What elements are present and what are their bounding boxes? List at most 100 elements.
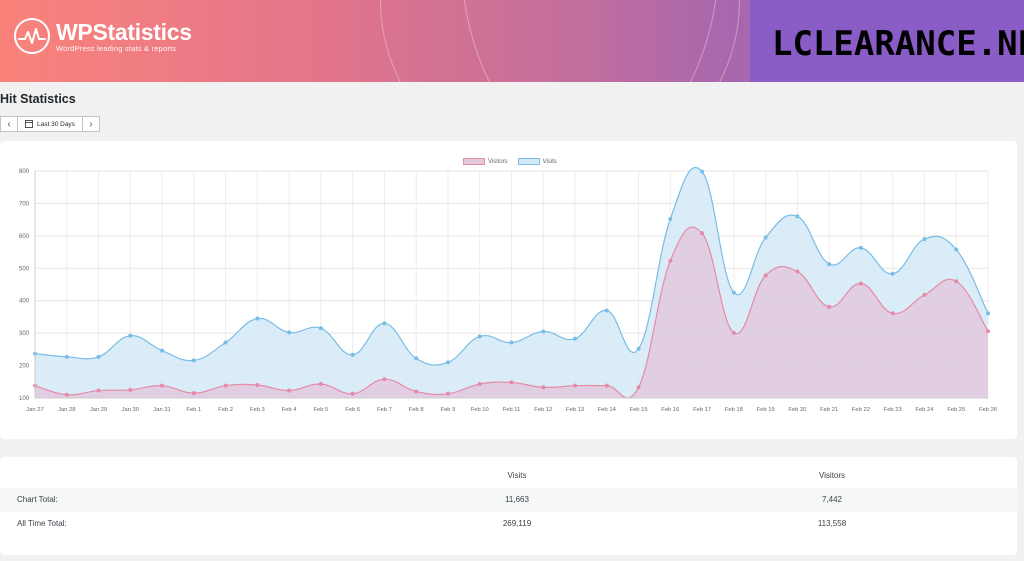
y-tick-label: 500: [19, 266, 30, 272]
visitors-series-point: [636, 385, 641, 390]
visitors-series-point: [541, 385, 546, 390]
visitors-series-point: [795, 269, 800, 274]
logo-title: WPStatistics: [56, 18, 192, 45]
visits-series-point: [986, 311, 990, 316]
visits-series-point: [795, 214, 800, 219]
visitors-series-point: [350, 391, 355, 396]
header-banner: WPStatistics WordPress leading stats & r…: [0, 0, 1024, 82]
x-tick-label: Feb 23: [884, 407, 902, 413]
all-time-total-visits: 269,119: [502, 519, 532, 528]
visitors-series-point: [191, 391, 196, 396]
visits-series-point: [604, 308, 609, 313]
visitors-series-point: [414, 389, 419, 394]
x-tick-label: Feb 16: [661, 407, 679, 413]
decorative-arc: [460, 0, 720, 82]
visitors-series-point: [763, 273, 768, 278]
visits-series-point: [890, 271, 895, 276]
hit-statistics-chart: 100 200 300 400 500 600 700 800 Jan 27 Jan 28 Jan …: [19, 166, 997, 413]
visits-series-point: [509, 340, 514, 345]
chart-total-visits: 11,663: [505, 495, 529, 504]
visitors-series-point: [477, 382, 482, 387]
visitors-series-point: [700, 231, 705, 236]
visits-series-point: [763, 235, 768, 240]
visits-series-point: [445, 360, 450, 365]
x-tick-label: Feb 25: [947, 407, 965, 413]
visitors-series-point: [573, 383, 578, 388]
x-tick-label: Feb 4: [282, 407, 298, 413]
date-range-label: Last 30 Days: [37, 120, 75, 128]
y-tick-label: 600: [19, 234, 30, 240]
x-tick-label: Feb 11: [503, 407, 521, 413]
y-tick-label: 300: [19, 331, 30, 337]
visits-series-point: [382, 321, 387, 326]
row-label: All Time Total:: [17, 519, 67, 528]
visits-series-point: [255, 316, 260, 321]
visitors-series-point: [986, 329, 990, 334]
x-tick-label: Feb 18: [725, 407, 743, 413]
visitors-series-point: [64, 392, 69, 397]
visitors-series-point: [731, 330, 736, 335]
column-header-visitors: Visitors: [818, 471, 846, 480]
visitors-series-point: [382, 377, 387, 382]
visitors-series-point: [922, 292, 927, 297]
visits-series-point: [318, 326, 323, 331]
visits-series-point: [287, 330, 292, 335]
visits-series-point: [731, 290, 736, 295]
date-range-picker: ‹ Last 30 Days ›: [0, 116, 100, 132]
x-tick-label: Feb 21: [820, 407, 838, 413]
visitors-series-point: [128, 387, 133, 392]
x-tick-label: Feb 10: [471, 407, 489, 413]
x-tick-label: Feb 14: [598, 407, 617, 413]
x-tick-label: Jan 30: [122, 407, 139, 413]
visits-series-point: [922, 237, 927, 242]
logo-subtitle: WordPress leading stats & reports: [56, 43, 177, 53]
visits-series-point: [96, 354, 101, 359]
y-tick-label: 800: [19, 169, 30, 175]
y-tick-label: 100: [19, 396, 30, 402]
totals-table: Visits Visitors Chart Total: 11,663 7,44…: [0, 457, 1017, 555]
previous-range-button[interactable]: ‹: [1, 117, 18, 131]
visits-series-point: [64, 354, 69, 359]
x-tick-label: Jan 29: [90, 407, 107, 413]
visits-series-point: [858, 245, 863, 250]
next-range-button[interactable]: ›: [81, 117, 99, 131]
logo-icon: [14, 18, 50, 54]
y-tick-label: 200: [19, 364, 30, 370]
visitors-series-point: [287, 388, 292, 393]
visits-series-point: [191, 358, 196, 363]
row-label: Chart Total:: [17, 495, 58, 504]
x-tick-label: Feb 1: [186, 407, 201, 413]
x-tick-label: Feb 7: [377, 407, 392, 413]
x-tick-label: Feb 15: [630, 407, 648, 413]
visitors-series-point: [858, 281, 863, 286]
visitors-series-point: [509, 380, 514, 385]
x-tick-label: Feb 12: [534, 407, 552, 413]
x-tick-label: Feb 24: [915, 407, 934, 413]
visitors-series-point: [160, 383, 165, 388]
visits-series-point: [350, 352, 355, 357]
x-tick-label: Feb 9: [441, 407, 456, 413]
calendar-icon: [25, 120, 33, 128]
date-range-selector[interactable]: Last 30 Days: [18, 117, 82, 131]
visitors-series-point: [445, 391, 450, 396]
visits-series-point: [573, 336, 578, 341]
table-row: All Time Total: 269,119 113,558: [0, 512, 1017, 536]
x-tick-label: Feb 6: [345, 407, 360, 413]
column-header-visits: Visits: [507, 471, 527, 480]
visits-series-point: [700, 169, 705, 174]
y-tick-label: 400: [19, 299, 30, 305]
x-tick-label: Jan 28: [58, 407, 75, 413]
x-tick-label: Jan 27: [26, 407, 43, 413]
x-tick-label: Feb 8: [409, 407, 424, 413]
watermark: LCLEARANCE.NET: [750, 0, 1024, 82]
x-tick-label: Feb 3: [250, 407, 265, 413]
watermark-text: LCLEARANCE.NET: [772, 24, 1024, 64]
visitors-series-point: [890, 311, 895, 316]
all-time-total-visitors: 113,558: [817, 519, 847, 528]
x-tick-label: Feb 17: [693, 407, 711, 413]
wp-statistics-logo[interactable]: WPStatistics WordPress leading stats & r…: [14, 18, 192, 54]
visits-series-point: [477, 334, 482, 339]
visitors-series-point: [604, 383, 609, 388]
totals-header-row: Visits Visitors: [0, 464, 1017, 488]
visits-series-point: [827, 262, 832, 267]
